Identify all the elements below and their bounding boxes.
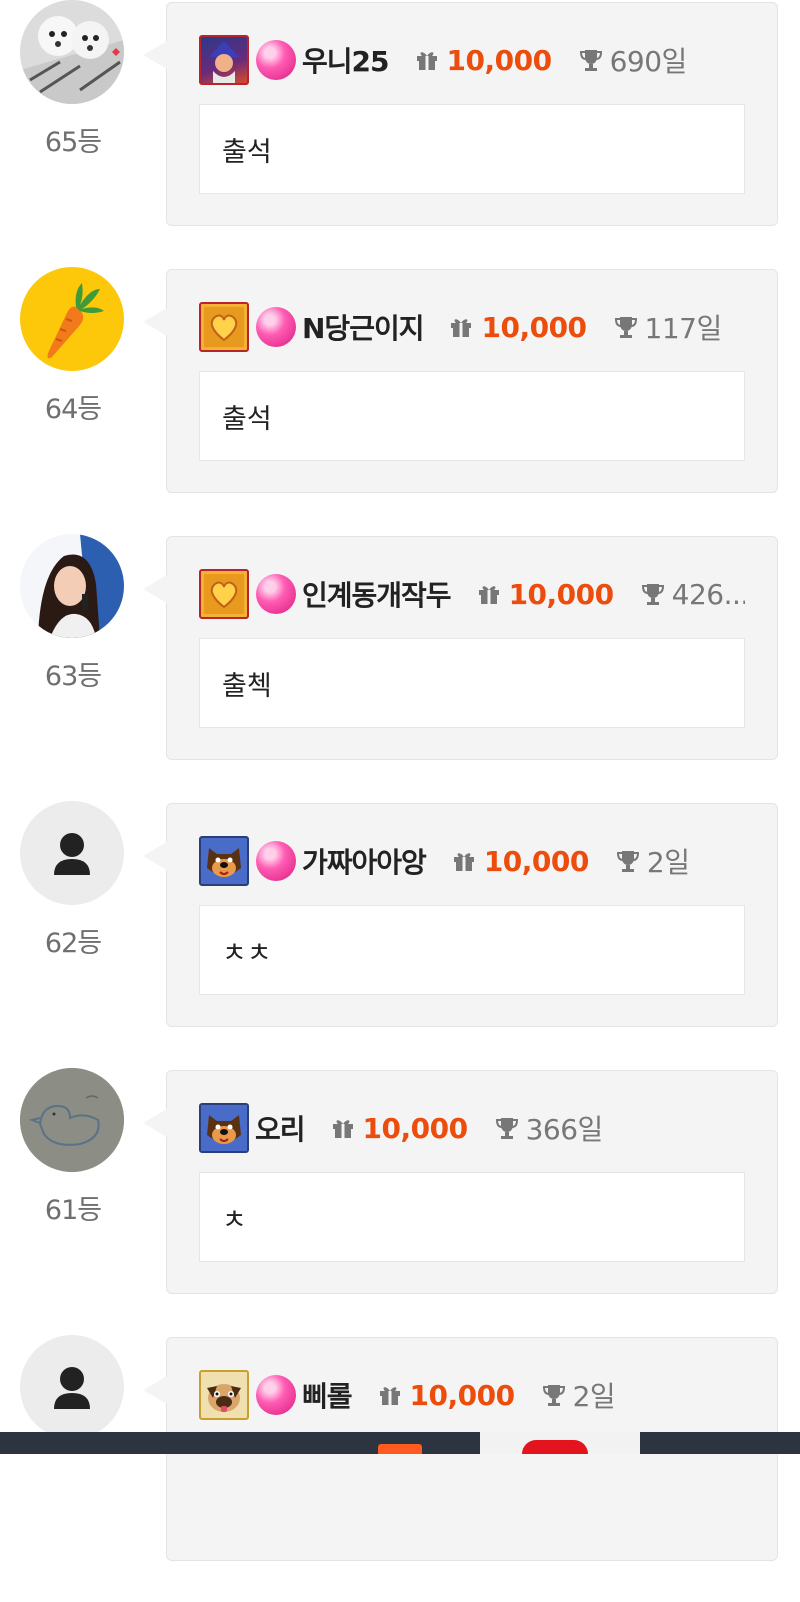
comment-text: 출석 bbox=[199, 104, 745, 194]
level-golden-heart-icon bbox=[199, 569, 249, 619]
gift-amount: 10,000 bbox=[409, 1378, 516, 1412]
default-user-icon[interactable] bbox=[20, 1335, 124, 1439]
gift-amount: 10,000 bbox=[508, 577, 615, 611]
gift-amount: 10,000 bbox=[446, 43, 553, 77]
trophy-icon bbox=[641, 584, 664, 605]
attendance-days: 2일 bbox=[572, 1380, 616, 1413]
pink-gem-icon bbox=[256, 40, 296, 80]
gift-stat: 10,000 bbox=[415, 44, 552, 77]
comment-text: 출첵 bbox=[199, 638, 745, 728]
gift-icon bbox=[451, 319, 472, 337]
days-stat: 2일 bbox=[615, 841, 690, 881]
comment-entry: 삐롤 10,000 2일 bbox=[0, 1335, 800, 1602]
comment-entry: 62등 가짜아아앙 10,000 2일 ㅊㅊ bbox=[0, 801, 800, 1068]
days-stat: 366일 bbox=[494, 1108, 603, 1148]
gift-stat: 10,000 bbox=[449, 310, 587, 344]
user-avatar-singer[interactable] bbox=[20, 534, 124, 638]
days-stat: 690일 bbox=[578, 40, 687, 80]
gift-amount: 10,000 bbox=[481, 310, 587, 344]
attendance-days: 366일 bbox=[525, 1113, 603, 1146]
attendance-days: 690일 bbox=[609, 45, 687, 78]
trophy-icon bbox=[616, 851, 639, 872]
comment-entry: 63등 인계동개작두 10,000 426... 출첵 bbox=[0, 534, 800, 801]
comment-entry: 65등 우니25 10,000 690일 출석 bbox=[0, 0, 800, 267]
trophy-icon bbox=[542, 1385, 565, 1406]
comment-bubble: 가짜아아앙 10,000 2일 ㅊㅊ bbox=[143, 803, 778, 1027]
user-avatar-carrot[interactable] bbox=[20, 267, 124, 371]
user-avatar-duck[interactable] bbox=[20, 1068, 124, 1172]
rank-label: 65등 bbox=[44, 127, 102, 158]
comment-entry: 61등 오리 10,000 366일 ㅊ bbox=[0, 1068, 800, 1335]
gift-stat: 10,000 bbox=[477, 578, 614, 611]
gift-icon bbox=[416, 52, 437, 70]
rank-label: 62등 bbox=[44, 928, 102, 959]
comment-bubble: 인계동개작두 10,000 426... 출첵 bbox=[143, 536, 778, 760]
rank-label: 64등 bbox=[44, 394, 102, 425]
gift-amount: 10,000 bbox=[362, 1111, 469, 1145]
default-user-icon[interactable] bbox=[20, 801, 124, 905]
attendance-days: 426... bbox=[671, 577, 745, 611]
trophy-icon bbox=[495, 1118, 518, 1139]
gift-amount: 10,000 bbox=[483, 844, 590, 878]
gift-stat: 10,000 bbox=[378, 1379, 515, 1412]
comment-entry: 64등 N당근이지 10,000 117일 출석 bbox=[0, 267, 800, 534]
nickname[interactable]: 오리 bbox=[255, 1108, 306, 1148]
pink-gem-icon bbox=[256, 574, 296, 614]
pink-gem-icon bbox=[256, 1375, 296, 1415]
level-pug-icon bbox=[199, 1370, 249, 1420]
trophy-icon bbox=[614, 317, 637, 338]
nickname[interactable]: 우니25 bbox=[302, 40, 389, 80]
level-golden-heart-icon bbox=[199, 302, 249, 352]
days-stat: 426... bbox=[640, 578, 745, 611]
nickname[interactable]: 인계동개작두 bbox=[302, 574, 452, 614]
gift-icon bbox=[453, 853, 474, 871]
nickname[interactable]: N당근이지 bbox=[302, 307, 424, 347]
rank-label: 61등 bbox=[44, 1195, 102, 1226]
gift-icon bbox=[332, 1120, 353, 1138]
level-dog-icon bbox=[199, 1103, 249, 1153]
trophy-icon bbox=[579, 50, 602, 71]
gift-icon bbox=[478, 586, 499, 604]
nickname[interactable]: 삐롤 bbox=[302, 1375, 353, 1415]
days-stat: 2일 bbox=[541, 1375, 616, 1415]
days-stat: 117일 bbox=[613, 307, 722, 347]
gift-stat: 10,000 bbox=[452, 845, 589, 878]
pink-gem-icon bbox=[256, 307, 296, 347]
comment-text: 출석 bbox=[199, 371, 745, 461]
bottom-ad-thumbnail[interactable] bbox=[522, 1440, 588, 1454]
nickname[interactable]: 가짜아아앙 bbox=[302, 841, 427, 881]
comment-bubble: 우니25 10,000 690일 출석 bbox=[143, 2, 778, 226]
gift-stat: 10,000 bbox=[331, 1112, 468, 1145]
rank-label: 63등 bbox=[44, 661, 102, 692]
level-wizard-icon bbox=[199, 35, 249, 85]
comment-bubble: 오리 10,000 366일 ㅊ bbox=[143, 1070, 778, 1294]
attendance-days: 2일 bbox=[646, 846, 690, 879]
attendance-days: 117일 bbox=[644, 312, 722, 345]
comment-bubble: N당근이지 10,000 117일 출석 bbox=[143, 269, 778, 493]
comment-text: ㅊ bbox=[199, 1172, 745, 1262]
gift-icon bbox=[379, 1387, 400, 1405]
notification-badge bbox=[378, 1444, 422, 1454]
level-dog-icon bbox=[199, 836, 249, 886]
user-avatar-puppy[interactable] bbox=[20, 0, 124, 104]
comment-text: ㅊㅊ bbox=[199, 905, 745, 995]
pink-gem-icon bbox=[256, 841, 296, 881]
